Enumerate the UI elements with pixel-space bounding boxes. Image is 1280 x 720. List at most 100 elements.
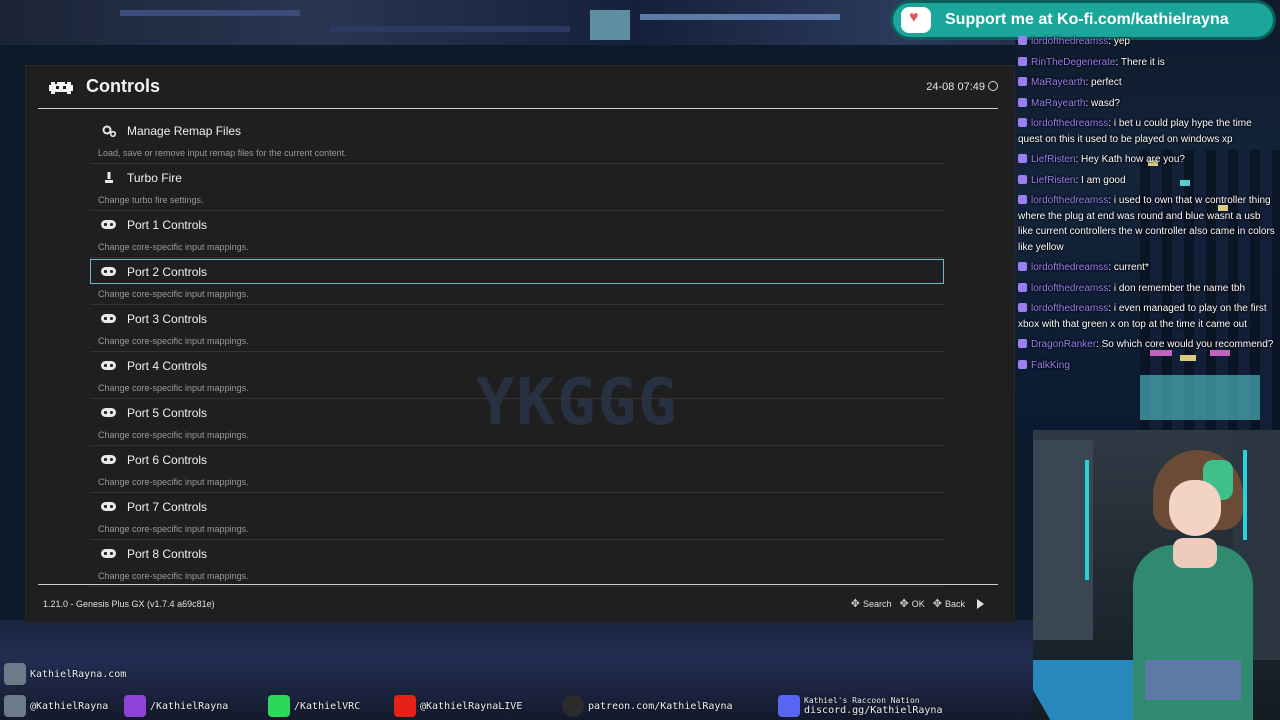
gamepad-icon [101, 453, 117, 467]
divider [90, 304, 944, 305]
menu-item[interactable]: Manage Remap Files Load, save or remove i… [90, 118, 944, 165]
sub-badge-icon [1018, 56, 1027, 66]
gamepad-icon [101, 500, 117, 514]
chat-message: lordofthedreamss: current* [1018, 260, 1276, 276]
search-action[interactable]: ✥ Search [851, 597, 892, 610]
menu-item-label: Port 3 Controls [127, 312, 208, 326]
chat-username: lordofthedreamss [1031, 262, 1109, 273]
menu-item-row[interactable]: Manage Remap Files [90, 118, 944, 143]
chat-text: So which core would you recommend? [1101, 339, 1274, 350]
chat-username: DragonRanker [1031, 339, 1097, 350]
clock: 24-08 07:49 [926, 80, 998, 93]
chat-message: DragonRanker: So which core would you re… [1018, 337, 1276, 353]
chat-text: wasd? [1091, 97, 1120, 109]
divider [90, 398, 944, 399]
ok-action[interactable]: ✥ OK [900, 597, 925, 610]
chat-message: MaRayearth: wasd? [1018, 96, 1276, 112]
chat-message: LiefRisten: I am good [1018, 173, 1276, 189]
menu-item[interactable]: Port 5 Controls Change core-specific inpu… [90, 400, 944, 447]
menu-item[interactable]: Port 8 Controls Change core-specific inpu… [90, 541, 944, 588]
kofi-cup-icon [901, 7, 931, 33]
chat-text: There it is [1120, 56, 1165, 68]
chat-username: lordofthedreamss [1031, 282, 1109, 294]
play-icon[interactable] [977, 598, 984, 609]
menu-item-description: Change core-specific input mappings. [98, 336, 249, 346]
menu-item-label: Port 5 Controls [127, 406, 208, 420]
chat-text: i don remember the name tbh [1113, 282, 1246, 294]
twitch-link: /KathielRayna [124, 695, 228, 717]
menu-item[interactable]: Port 2 Controls Change core-specific inpu… [90, 259, 944, 306]
menu-item[interactable]: Port 4 Controls Change core-specific inpu… [90, 353, 944, 400]
chat-message: FalkKing [1018, 358, 1276, 374]
menu-item-label: Port 1 Controls [127, 218, 208, 232]
menu-item-description: Load, save or remove input remap files f… [98, 148, 347, 158]
menu-item-row[interactable]: Port 6 Controls [90, 447, 944, 472]
menu-item-label: Port 8 Controls [127, 547, 208, 561]
menu-item[interactable]: Port 7 Controls Change core-specific inpu… [90, 494, 944, 541]
clock-text: 24-08 07:49 [926, 81, 985, 93]
discord-icon [778, 695, 800, 717]
patreon-link: patreon.com/KathielRayna [562, 695, 733, 717]
chat-message: lordofthedreamss: i don remember the nam… [1018, 281, 1276, 297]
chat-username: lordofthedreamss [1031, 303, 1109, 314]
menu-footer: 1.21.0 - Genesis Plus GX (v1.7.4 a69c81e… [38, 584, 998, 623]
sub-badge-icon [1018, 262, 1027, 271]
menu-item-label: Port 6 Controls [127, 453, 208, 467]
sub-badge-icon [1018, 195, 1027, 204]
menu-item-row[interactable]: Port 5 Controls [90, 400, 944, 425]
sub-badge-icon [1018, 282, 1027, 292]
menu-item-row[interactable]: Port 7 Controls [90, 494, 944, 519]
retroarch-window: Controls 24-08 07:49 YKGGG Manage Remap … [26, 66, 1014, 622]
chat-username: LiefRisten [1031, 174, 1076, 186]
menu-item-label: Manage Remap Files [127, 124, 242, 138]
menu-item-description: Change core-specific input mappings. [98, 524, 249, 534]
dpad-icon: ✥ [850, 598, 860, 610]
kofi-banner: Support me at Ko-fi.com/kathielrayna [893, 3, 1273, 37]
menu-item[interactable]: Turbo Fire Change turbo fire settings. [90, 165, 944, 212]
chat-message: RinTheDegenerate: There it is [1018, 55, 1276, 71]
chat-message: lordofthedreamss: i used to own that w c… [1018, 193, 1276, 255]
menu-item-row[interactable]: Port 1 Controls [90, 212, 944, 237]
raccoon-icon [4, 695, 26, 717]
chat-text: Hey Kath how are you? [1081, 154, 1185, 165]
menu-list: YKGGG Manage Remap Files Load, save or re… [90, 118, 944, 588]
twitter-link: @KathielRayna [4, 695, 108, 717]
menu-item-label: Port 7 Controls [127, 500, 208, 514]
divider [90, 492, 944, 493]
menu-item-label: Port 2 Controls [127, 265, 208, 279]
sub-badge-icon [1018, 303, 1027, 312]
divider [90, 351, 944, 352]
divider [90, 163, 944, 164]
search-label: Search [863, 598, 892, 609]
chat-text: current* [1113, 262, 1149, 273]
menu-item[interactable]: Port 6 Controls Change core-specific inpu… [90, 447, 944, 494]
menu-item-row[interactable]: Port 8 Controls [90, 541, 944, 566]
gamepad-icon [101, 547, 117, 561]
retroarch-logo-icon [49, 82, 73, 94]
chat-message: LiefRisten: Hey Kath how are you? [1018, 152, 1276, 168]
core-version: 1.21.0 - Genesis Plus GX (v1.7.4 a69c81e… [43, 599, 215, 609]
menu-item-row[interactable]: Port 4 Controls [90, 353, 944, 378]
menu-item-label: Turbo Fire [127, 171, 182, 185]
divider [90, 257, 944, 258]
chat-message: lordofthedreamss: i bet u could play hyp… [1018, 116, 1276, 147]
patreon-icon [562, 695, 584, 717]
gamepad-icon [101, 265, 117, 279]
menu-item-description: Change core-specific input mappings. [98, 571, 249, 581]
back-action[interactable]: ✥ Back [933, 597, 965, 610]
chat-username: MaRayearth [1031, 77, 1086, 88]
menu-item-row[interactable]: Port 2 Controls [90, 259, 944, 284]
gears-icon [101, 124, 117, 138]
menu-item[interactable]: Port 1 Controls Change core-specific inpu… [90, 212, 944, 259]
menu-item-row[interactable]: Port 3 Controls [90, 306, 944, 331]
menu-item[interactable]: Port 3 Controls Change core-specific inpu… [90, 306, 944, 353]
gamepad-icon [101, 359, 117, 373]
chat-text: perfect [1091, 77, 1122, 88]
kick-link: /KathielVRC [268, 695, 360, 717]
menu-item-row[interactable]: Turbo Fire [90, 165, 944, 190]
webcam-avatar [1033, 430, 1280, 720]
chat-username: lordofthedreamss [1031, 195, 1109, 206]
divider [90, 445, 944, 446]
social-bar: KathielRayna.com @KathielRayna /KathielR… [0, 655, 1040, 720]
menu-item-label: Port 4 Controls [127, 359, 208, 373]
